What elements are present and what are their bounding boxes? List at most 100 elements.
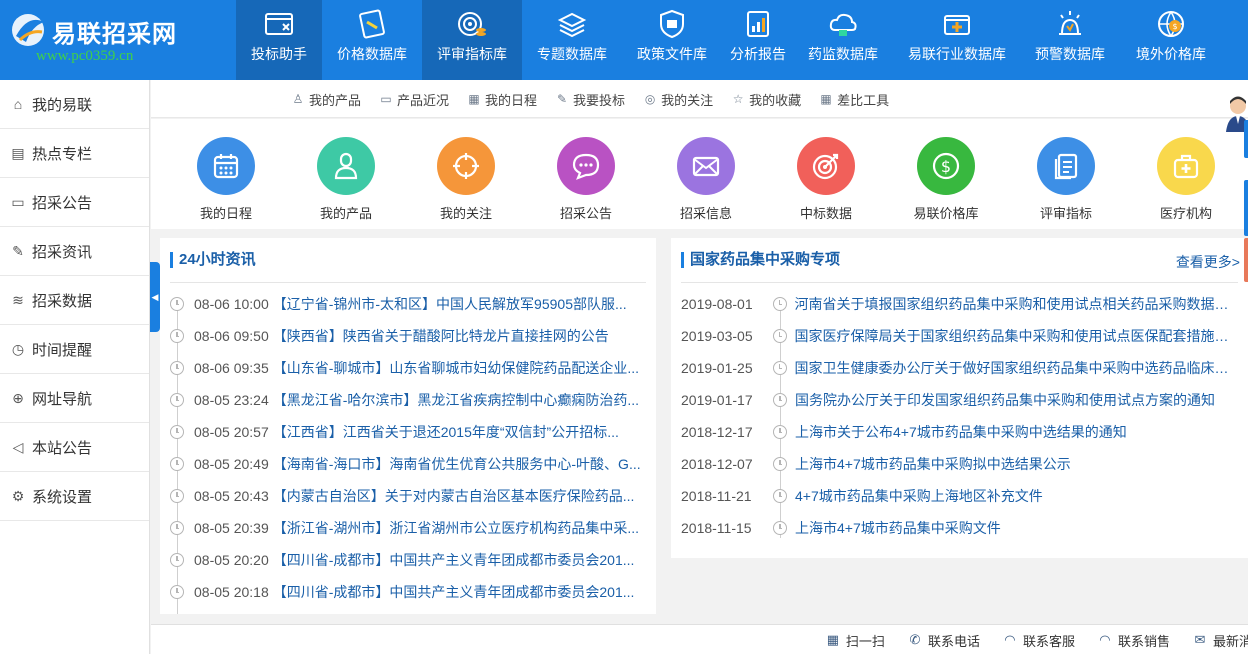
news-row[interactable]: 08-05 20:39 【浙江省-湖州市】浙江省湖州市公立医疗机构药品集中采... [170,518,646,538]
logo[interactable]: 易联招采网 www.pc0359.cn [0,0,236,80]
clock-icon [772,361,787,375]
sidebar-item[interactable]: ◁ 本站公告 [0,423,149,472]
nav-item[interactable]: 药监数据库 [794,0,892,80]
right-edge-tab[interactable] [1244,180,1248,236]
sidebar-item[interactable]: ▭ 招采公告 [0,178,149,227]
sub-toolbar-item[interactable]: ◎ 我的关注 [643,90,713,109]
nav-item[interactable]: 投标助手 [236,0,322,80]
sidebar-item[interactable]: ▤ 热点专栏 [0,129,149,178]
news-row[interactable]: 08-05 20:49 【海南省-海口市】海南省优生优育公共服务中心-叶酸、G..… [170,454,646,474]
nav-item-label: 药监数据库 [808,46,878,62]
procurement-title[interactable]: 4+7城市药品集中采购上海地区补充文件 [795,486,1043,506]
news-date: 08-05 20:20 [194,552,269,568]
procurement-panel: 国家药品集中采购专项 查看更多> 2019-08-01 河南省关于填报国家组织药品… [671,238,1248,558]
procurement-row[interactable]: 2019-01-17 国务院办公厅关于印发国家组织药品集中采购和使用试点方案的通知 [681,390,1238,410]
clock-icon [772,297,787,311]
footer-item[interactable]: ✉ 最新消 [1192,631,1248,650]
quick-access-label: 招采公告 [559,206,612,221]
procurement-row[interactable]: 2018-11-21 4+7城市药品集中采购上海地区补充文件 [681,486,1238,506]
procurement-row[interactable]: 2019-03-05 国家医疗保障局关于国家组织药品集中采购和使用试点医保配套措施… [681,326,1238,346]
news-title[interactable]: 【四川省-成都市】中国共产主义青年团成都市委员会201... [273,550,635,570]
procurement-row[interactable]: 2018-12-17 上海市关于公布4+7城市药品集中采购中选结果的通知 [681,422,1238,442]
right-edge-tab[interactable] [1244,120,1248,158]
sub-toolbar-item[interactable]: ✎ 我要投标 [555,90,625,109]
nav-item[interactable]: 政策文件库 [622,0,722,80]
sub-toolbar-item[interactable]: ▦ 我的日程 [467,90,537,109]
sidebar-item[interactable]: ◷ 时间提醒 [0,325,149,374]
news-title[interactable]: 【辽宁省-锦州市-太和区】中国人民解放军95905部队服... [273,294,627,314]
procurement-row[interactable]: 2019-01-25 国家卫生健康委办公厅关于做好国家组织药品集中采购中选药品临床… [681,358,1238,378]
news-title[interactable]: 【江西省】江西省关于退还2015年度“双信封”公开招标... [273,422,619,442]
app-title: 易联招采网 [52,21,177,48]
news-row[interactable]: 08-06 09:50 【陕西省】陕西省关于醋酸阿比特龙片直接挂网的公告 [170,326,646,346]
sub-toolbar-item[interactable]: ♙ 我的产品 [291,90,361,109]
procurement-row[interactable]: 2018-12-07 上海市4+7城市药品集中采购拟中选结果公示 [681,454,1238,474]
footer-item-label: 最新消 [1212,633,1248,649]
news-row[interactable]: 08-06 10:00 【辽宁省-锦州市-太和区】中国人民解放军95905部队服.… [170,294,646,314]
procurement-title[interactable]: 上海市4+7城市药品集中采购文件 [795,518,1001,538]
sub-toolbar-item[interactable]: ▦ 差比工具 [819,90,889,109]
procurement-title[interactable]: 河南省关于填报国家组织药品集中采购和使用试点相关药品采购数据的... [795,294,1238,314]
footer-item-label: 联系电话 [927,633,980,649]
news-title[interactable]: 【黑龙江省-哈尔滨市】黑龙江省疾病控制中心癫痫防治药... [273,390,639,410]
nav-item[interactable]: 分析报告 [722,0,794,80]
sub-toolbar-item[interactable]: ▭ 产品近况 [379,90,449,109]
procurement-title[interactable]: 国家卫生健康委办公厅关于做好国家组织药品集中采购中选药品临床配... [795,358,1238,378]
news-row[interactable]: 08-05 23:24 【黑龙江省-哈尔滨市】黑龙江省疾病控制中心癫痫防治药... [170,390,646,410]
view-more-link[interactable]: 查看更多> [1176,252,1240,272]
news-row[interactable]: 08-05 20:43 【内蒙古自治区】关于对内蒙古自治区基本医疗保险药品... [170,486,646,506]
sub-toolbar-list: ♙ 我的产品 ▭ 产品近况 ▦ 我的日程 ✎ 我要投标 ◎ 我的关注 ☆ 我的收藏 ▦ 差比工具 [291,80,907,118]
sub-toolbar-label: 我要投标 [573,92,626,108]
procurement-row[interactable]: 2019-08-01 河南省关于填报国家组织药品集中采购和使用试点相关药品采购数据… [681,294,1238,314]
news-title[interactable]: 【海南省-海口市】海南省优生优育公共服务中心-叶酸、G... [273,454,641,474]
news-title[interactable]: 【浙江省-湖州市】浙江省湖州市公立医疗机构药品集中采... [273,518,639,538]
quick-access-item[interactable]: 我的产品 [291,137,401,222]
quick-access-item[interactable]: 招采公告 [531,137,641,222]
nav-item[interactable]: 专题数据库 [522,0,622,80]
sub-toolbar-item[interactable]: ☆ 我的收藏 [731,90,801,109]
procurement-title[interactable]: 上海市关于公布4+7城市药品集中采购中选结果的通知 [795,422,1127,442]
footer-item[interactable]: ▦ 扫一扫 [825,631,885,650]
news-title[interactable]: 【山东省-聊城市】山东省聊城市妇幼保健院药品配送企业... [273,358,639,378]
news-date: 08-06 09:50 [194,328,269,344]
topic-db-icon [555,8,589,40]
gear-icon: ⚙ [11,487,25,504]
footer-links: ▦ 扫一扫 ✆ 联系电话 ◠ 联系客服 ◠ 联系销售 ✉ 最新消 [803,625,1248,654]
quick-access-item[interactable]: 医疗机构 [1131,137,1241,222]
procurement-title[interactable]: 国务院办公厅关于印发国家组织药品集中采购和使用试点方案的通知 [795,390,1215,410]
nav-item[interactable]: 评审指标库 [422,0,522,80]
sidebar-item[interactable]: ✎ 招采资讯 [0,227,149,276]
nav-item[interactable]: $ 境外价格库 [1118,0,1224,80]
top-bar: 易联招采网 www.pc0359.cn 投标助手 价格数据库 评审指标库 专题数据库 政… [0,0,1248,80]
news-title[interactable]: 【内蒙古自治区】关于对内蒙古自治区基本医疗保险药品... [273,486,635,506]
sidebar-collapse-toggle[interactable]: ◀ [150,262,160,332]
procurement-title[interactable]: 上海市4+7城市药品集中采购拟中选结果公示 [795,454,1071,474]
sidebar-item[interactable]: ⚙ 系统设置 [0,472,149,521]
procurement-date: 2019-03-05 [681,328,753,344]
footer-item[interactable]: ◠ 联系销售 [1097,631,1170,650]
news-row[interactable]: 08-05 20:20 【四川省-成都市】中国共产主义青年团成都市委员会201..… [170,550,646,570]
quick-access-item[interactable]: $ 易联价格库 [891,137,1001,222]
nav-item[interactable]: 易联行业数据库 [892,0,1022,80]
sidebar-item[interactable]: ≋ 招采数据 [0,276,149,325]
quick-access-item[interactable]: 招采信息 [651,137,761,222]
footer-item[interactable]: ✆ 联系电话 [907,631,980,650]
sidebar-item[interactable]: ⊕ 网址导航 [0,374,149,423]
nav-item[interactable]: 预警数据库 [1022,0,1118,80]
procurement-panel-title: 国家药品集中采购专项 [681,252,840,268]
right-edge-tab[interactable] [1244,238,1248,282]
quick-access-item[interactable]: 我的日程 [171,137,281,222]
quick-access-item[interactable]: 我的关注 [411,137,521,222]
news-title[interactable]: 【四川省-成都市】中国共产主义青年团成都市委员会201... [273,582,635,602]
news-title[interactable]: 【陕西省】陕西省关于醋酸阿比特龙片直接挂网的公告 [273,326,609,346]
quick-access-item[interactable]: 评审指标 [1011,137,1121,222]
procurement-title[interactable]: 国家医疗保障局关于国家组织药品集中采购和使用试点医保配套措施的... [795,326,1238,346]
footer-item[interactable]: ◠ 联系客服 [1002,631,1075,650]
nav-item[interactable]: 价格数据库 [322,0,422,80]
news-row[interactable]: 08-05 20:18 【四川省-成都市】中国共产主义青年团成都市委员会201..… [170,582,646,602]
sidebar-item[interactable]: ⌂ 我的易联 [0,80,149,129]
procurement-row[interactable]: 2018-11-15 上海市4+7城市药品集中采购文件 [681,518,1238,538]
quick-access-item[interactable]: 中标数据 [771,137,881,222]
news-row[interactable]: 08-05 20:57 【江西省】江西省关于退还2015年度“双信封”公开招标..… [170,422,646,442]
news-row[interactable]: 08-06 09:35 【山东省-聊城市】山东省聊城市妇幼保健院药品配送企业... [170,358,646,378]
